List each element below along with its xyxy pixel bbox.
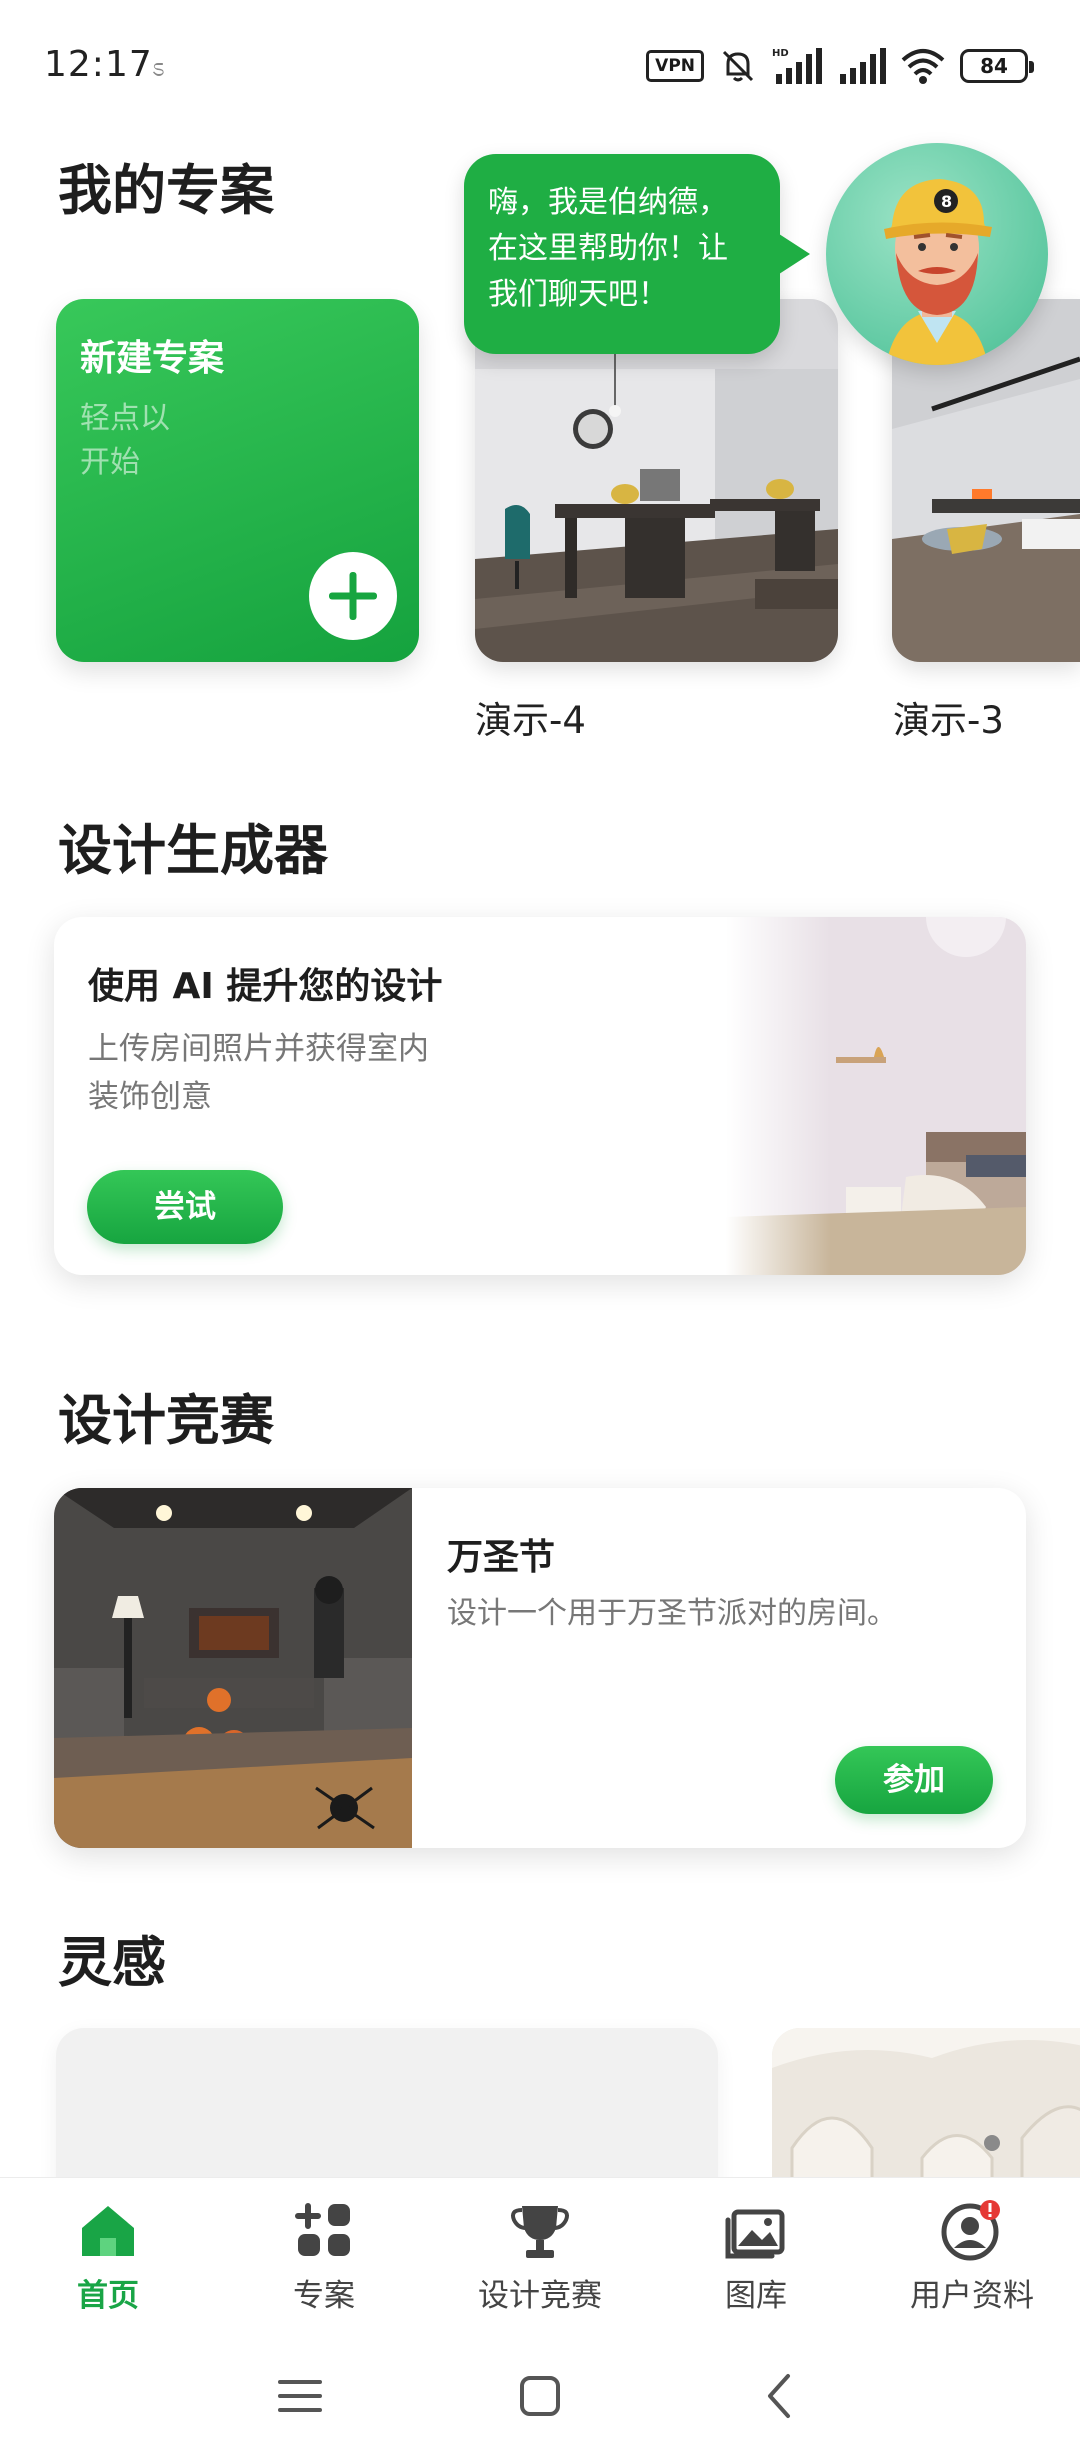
- contest-card-title: 万圣节: [447, 1537, 556, 1578]
- notification-icon: ಽ: [152, 54, 165, 82]
- add-project-button[interactable]: [309, 552, 397, 640]
- mute-bell-icon: [722, 50, 754, 82]
- project-label-demo-3[interactable]: 演示-3: [893, 690, 1004, 744]
- new-project-subtitle: 轻点以开始: [80, 401, 170, 480]
- generator-card-subtitle: 上传房间照片并获得室内装饰创意: [88, 1031, 429, 1115]
- gallery-icon: [725, 2209, 785, 2259]
- nav-gallery[interactable]: 图库: [656, 2198, 856, 2315]
- status-icons: VPN HD 84: [646, 46, 1034, 86]
- contest-card[interactable]: 万圣节 设计一个用于万圣节派对的房间。 参加: [54, 1488, 1026, 1848]
- menu-icon[interactable]: [270, 2366, 330, 2426]
- projects-icon: [295, 2203, 350, 2256]
- wifi-icon: [901, 49, 945, 84]
- generator-card-title: 使用 AI 提升您的设计: [88, 966, 443, 1007]
- nav-gallery-label: 图库: [725, 2278, 787, 2314]
- nav-profile-label: 用户资料: [910, 2278, 1034, 2314]
- generator-section-title: 设计生成器: [58, 819, 328, 882]
- bedroom-image: [726, 917, 1026, 1275]
- nav-home[interactable]: 首页: [8, 2198, 208, 2315]
- profile-icon: [941, 2200, 1000, 2261]
- new-project-title: 新建专案: [80, 338, 225, 379]
- back-icon[interactable]: [750, 2366, 810, 2426]
- nav-contest[interactable]: 设计竞赛: [440, 2198, 640, 2315]
- vpn-badge: VPN: [646, 50, 704, 82]
- contest-card-description: 设计一个用于万圣节派对的房间。: [447, 1596, 897, 1631]
- assistant-speech-bubble[interactable]: 嗨，我是伯纳德，在这里帮助你！让我们聊天吧！: [464, 154, 810, 354]
- nav-home-label: 首页: [77, 2278, 139, 2314]
- battery-indicator: 84: [960, 49, 1034, 83]
- home-square-icon[interactable]: [510, 2366, 570, 2426]
- home-icon: [82, 2206, 134, 2256]
- signal-hd-icon: HD: [772, 48, 822, 84]
- inspiration-section-title: 灵感: [58, 1931, 166, 1994]
- assistant-character-icon: 8: [884, 179, 992, 365]
- join-button[interactable]: 参加: [835, 1746, 993, 1814]
- nav-projects[interactable]: 专案: [224, 2198, 424, 2315]
- svg-text:8: 8: [941, 192, 952, 211]
- status-bar: 12:17 ಽ VPN HD 84: [0, 0, 1080, 135]
- nav-contest-label: 设计竞赛: [478, 2278, 602, 2314]
- halloween-room-image: [54, 1488, 412, 1848]
- status-time: 12:17: [44, 44, 153, 85]
- project-label-demo-4[interactable]: 演示-4: [475, 690, 586, 744]
- nav-projects-label: 专案: [293, 2278, 355, 2314]
- svg-text:HD: HD: [772, 48, 789, 59]
- system-navigation-bar: [0, 2332, 1080, 2460]
- try-button[interactable]: 尝试: [87, 1170, 283, 1244]
- projects-section-title: 我的专案: [58, 159, 274, 222]
- new-project-card[interactable]: 新建专案 轻点以开始: [56, 299, 419, 662]
- assistant-avatar[interactable]: 8: [826, 143, 1048, 365]
- signal-icon: [840, 48, 886, 84]
- trophy-icon: [511, 2206, 569, 2258]
- bottom-navigation: 首页 专案 设计竞赛 图库 用户资料: [0, 2177, 1080, 2332]
- nav-profile[interactable]: 用户资料: [872, 2198, 1072, 2315]
- generator-card[interactable]: 使用 AI 提升您的设计 上传房间照片并获得室内装饰创意 尝试: [54, 917, 1026, 1275]
- contest-section-title: 设计竞赛: [58, 1389, 274, 1452]
